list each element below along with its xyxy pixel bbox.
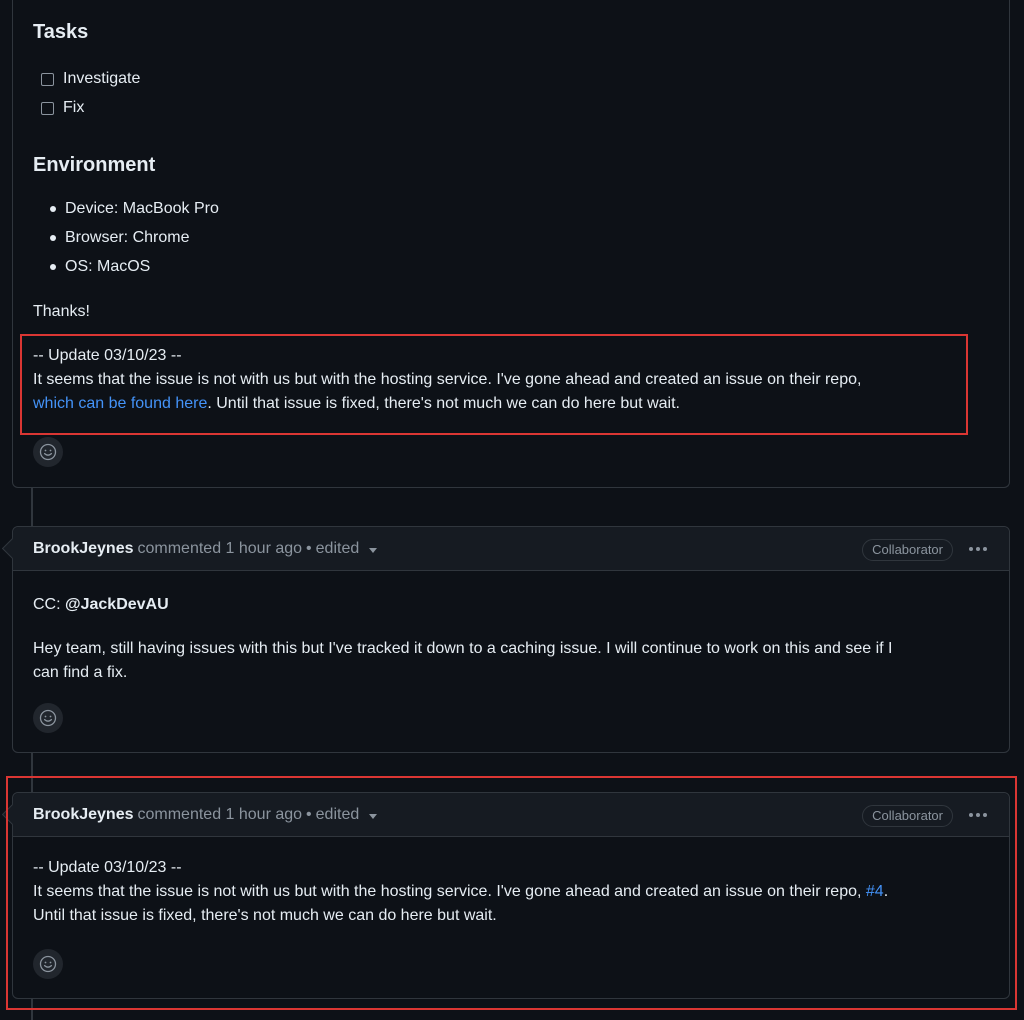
task-checkbox[interactable] [41, 72, 54, 86]
tasks-heading: Tasks [33, 21, 89, 43]
comment-card: BrookJeynes commented 1 hour ago • edite… [1, 526, 1010, 753]
role-badge: Collaborator [862, 539, 953, 561]
task-item: Fix [41, 99, 84, 117]
thanks-text: Thanks! [33, 303, 90, 320]
list-item-text: OS: MacOS [65, 258, 151, 275]
cc-label: CC: [33, 596, 65, 613]
task-label: Investigate [63, 70, 141, 87]
edited-dropdown[interactable]: edited [316, 540, 360, 558]
comment-text: can find a fix. [33, 664, 128, 681]
add-reaction-button[interactable] [33, 703, 63, 733]
update-highlight-box [20, 334, 968, 435]
bullet-icon [50, 235, 56, 241]
chevron-down-icon[interactable] [369, 548, 378, 553]
list-item: Browser: Chrome [50, 229, 189, 247]
list-item: OS: MacOS [50, 258, 150, 276]
smiley-icon [39, 443, 57, 461]
user-mention[interactable]: @JackDevAU [65, 596, 169, 613]
timeline-connector [31, 488, 33, 526]
list-item: Device: MacBook Pro [50, 200, 219, 218]
smiley-icon [39, 709, 57, 727]
author-link[interactable]: BrookJeynes [33, 540, 134, 558]
comment-body: CC: @JackDevAU Hey team, still having is… [33, 593, 993, 685]
comment-header: BrookJeynes commented 1 hour ago • edite… [13, 527, 1009, 571]
list-item-text: Browser: Chrome [65, 229, 190, 246]
comment-highlight-box [6, 776, 1017, 1010]
comment-text: Hey team, still having issues with this … [33, 640, 893, 657]
cc-line: CC: @JackDevAU [33, 593, 993, 617]
task-label: Fix [63, 99, 85, 116]
comment-meta: commented 1 hour ago [137, 540, 303, 557]
environment-heading: Environment [33, 154, 156, 176]
comment-header-text: BrookJeynes commented 1 hour ago • edite… [33, 540, 378, 558]
add-reaction-button[interactable] [33, 437, 63, 467]
task-checkbox[interactable] [41, 101, 54, 115]
more-options-icon[interactable] [969, 539, 987, 559]
bullet-icon [50, 264, 56, 270]
list-item-text: Device: MacBook Pro [65, 200, 219, 217]
task-item: Investigate [41, 70, 140, 88]
bullet-icon [50, 206, 56, 212]
meta-separator: • [306, 540, 312, 557]
